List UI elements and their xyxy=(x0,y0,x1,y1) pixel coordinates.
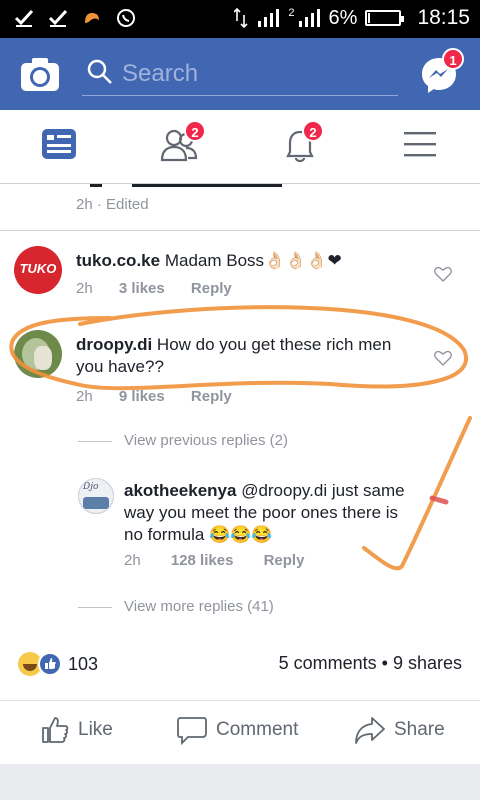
messenger-badge: 1 xyxy=(442,48,464,70)
post-stats: 103 5 comments • 9 shares xyxy=(0,640,480,696)
friends-badge: 2 xyxy=(184,120,206,142)
previous-comment-cutoff xyxy=(76,184,316,188)
notifications-badge: 2 xyxy=(302,120,324,142)
like-reaction-icon xyxy=(38,652,62,676)
camera-icon[interactable] xyxy=(20,56,60,92)
comments-shares-count[interactable]: 5 comments • 9 shares xyxy=(279,653,462,674)
battery-percent: 6% xyxy=(328,6,358,29)
comment-text: Madam Boss👌🏻👌🏻👌🏻❤ xyxy=(164,251,342,270)
avatar[interactable]: Djo xyxy=(78,478,114,514)
share-icon xyxy=(355,717,385,744)
messenger-button[interactable]: 1 xyxy=(418,48,464,96)
feed-separator xyxy=(0,764,480,800)
tab-menu[interactable] xyxy=(402,126,446,166)
divider xyxy=(78,607,112,608)
comment-icon xyxy=(177,717,207,745)
likes-link[interactable]: 128 likes xyxy=(171,552,234,569)
like-button[interactable]: Like xyxy=(40,715,113,745)
comment-button[interactable]: Comment xyxy=(176,715,298,745)
comment-author[interactable]: droopy.di xyxy=(76,335,152,354)
reactions-summary[interactable]: 103 xyxy=(18,652,98,676)
search-icon xyxy=(87,59,112,84)
reply-link[interactable]: Reply xyxy=(191,388,232,405)
share-button[interactable]: Share xyxy=(354,715,445,745)
comment-meta: 2h 3 likes Reply xyxy=(76,280,232,297)
comment-label: Comment xyxy=(216,719,299,740)
post-actions: Like Comment Share xyxy=(0,700,480,762)
search-bar[interactable] xyxy=(82,52,398,96)
view-previous-replies-link[interactable]: View previous replies (2) xyxy=(124,432,288,449)
signal-icon xyxy=(298,9,320,27)
search-input[interactable] xyxy=(122,56,382,92)
comment-time: 2h xyxy=(76,280,93,297)
tuko-logo-text: TUKO xyxy=(19,261,57,276)
signal-icon xyxy=(258,9,280,27)
heart-icon[interactable] xyxy=(434,266,452,282)
avatar[interactable]: TUKO xyxy=(14,246,62,294)
whatsapp-icon xyxy=(117,9,135,27)
share-label: Share xyxy=(394,719,445,740)
likes-link[interactable]: 3 likes xyxy=(119,280,165,297)
divider xyxy=(0,230,480,231)
comment-author[interactable]: tuko.co.ke xyxy=(76,251,160,270)
tab-bar: 2 2 xyxy=(0,110,480,184)
data-transfer-icon xyxy=(234,7,248,29)
check-icon xyxy=(14,9,34,27)
previous-comment-meta: 2h · Edited xyxy=(76,196,149,213)
comment-droopy: droopy.di How do you get these rich men … xyxy=(76,334,416,378)
check-icon xyxy=(48,9,68,27)
tab-friend-requests[interactable]: 2 xyxy=(160,120,206,166)
avatar[interactable] xyxy=(14,330,62,378)
status-bar: 2 6% 18:15 xyxy=(0,0,480,38)
reply-link[interactable]: Reply xyxy=(264,552,305,569)
comment-time: 2h xyxy=(124,552,141,569)
comment-time: 2h xyxy=(76,388,93,405)
reaction-count: 103 xyxy=(68,653,99,674)
reply-akotheekenya: akotheekenya @droopy.di just same way yo… xyxy=(124,480,414,546)
clock: 18:15 xyxy=(417,6,470,29)
like-label: Like xyxy=(78,719,113,740)
likes-link[interactable]: 9 likes xyxy=(119,388,165,405)
comment-meta: 2h 128 likes Reply xyxy=(124,552,304,569)
sim-label: 2 xyxy=(288,7,295,19)
battery-icon xyxy=(365,10,405,26)
tab-news-feed[interactable] xyxy=(40,126,84,166)
app-header: 1 xyxy=(0,38,480,110)
news-feed-icon xyxy=(42,129,76,159)
uc-browser-icon xyxy=(85,13,99,23)
hamburger-menu-icon xyxy=(404,132,436,157)
thumbs-up-icon xyxy=(42,717,69,743)
divider xyxy=(78,441,112,442)
tab-notifications[interactable]: 2 xyxy=(280,120,324,166)
comment-meta: 2h 9 likes Reply xyxy=(76,388,232,405)
view-more-replies-link[interactable]: View more replies (41) xyxy=(124,598,274,615)
battery-fill xyxy=(368,13,371,23)
comment-author[interactable]: akotheekenya xyxy=(124,481,236,500)
heart-icon[interactable] xyxy=(434,350,452,366)
reply-link[interactable]: Reply xyxy=(191,280,232,297)
comment-tuko: tuko.co.ke Madam Boss👌🏻👌🏻👌🏻❤ xyxy=(76,250,416,272)
avatar-logo: Djo xyxy=(83,482,99,492)
